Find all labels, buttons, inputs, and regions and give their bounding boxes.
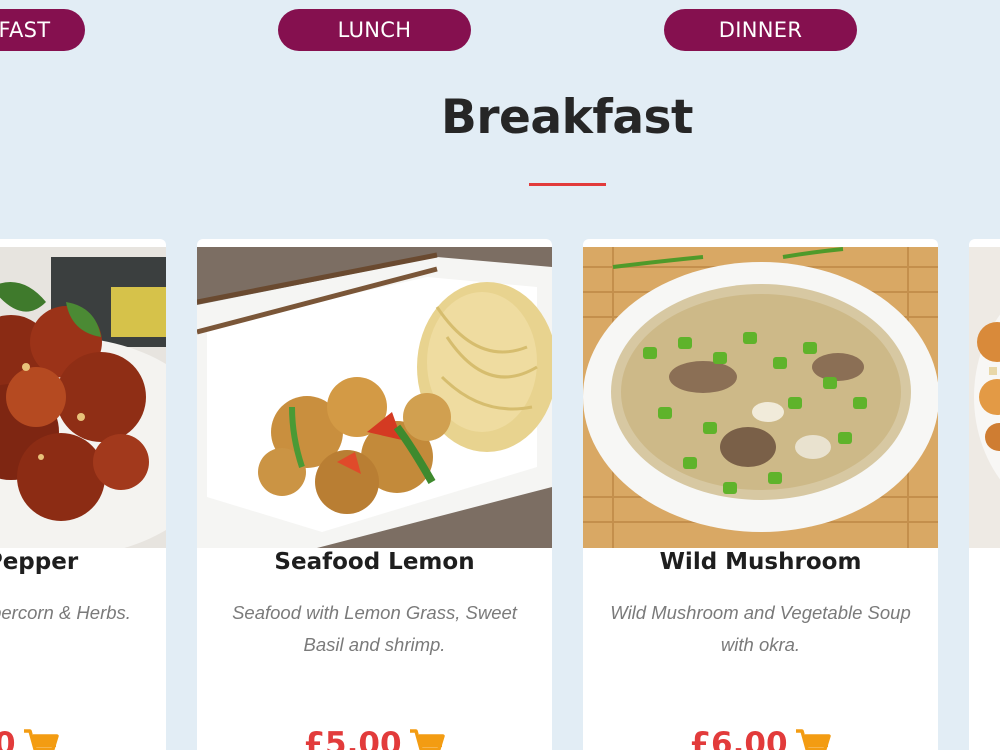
dish-description: Seafood with Lemon Grass, Sweet Basil an… [232,602,517,655]
cart-icon[interactable] [794,728,832,750]
dish-name: Salt & Pepper [0,549,79,575]
dish-image [0,247,166,548]
dish-description: Wild Mushroom and Vegetable Soup with ok… [610,602,911,655]
menu-page: BREAKFAST LUNCH DINNER Breakfast [0,0,1000,750]
dish-price: £6.00 [689,726,788,750]
price-row: £5.00 [0,726,166,750]
dish-name: Seafood Lemon [274,549,475,575]
menu-card-wild-mushroom[interactable]: Wild Mushroom Wild Mushroom and Vegetabl… [583,239,938,750]
section-title: Breakfast [441,90,693,145]
menu-card-salt-pepper[interactable]: Salt & Pepper Salt, Sichuan peppercorn &… [0,239,166,750]
title-underline [529,183,606,186]
cart-icon[interactable] [408,728,446,750]
dish-description: Salt, Sichuan peppercorn & Herbs. [0,602,131,623]
dish-image [197,247,552,548]
price-row: £6.00 [583,726,938,750]
tab-lunch[interactable]: LUNCH [278,9,471,51]
dish-price: £5.00 [0,726,16,750]
menu-card-seafood-lemon[interactable]: Seafood Lemon Seafood with Lemon Grass, … [197,239,552,750]
dish-image [969,247,1000,548]
price-row: £5.00 [197,726,552,750]
menu-card-next[interactable] [969,239,1000,750]
dish-price: £5.00 [303,726,402,750]
dish-image [583,247,938,548]
tab-breakfast[interactable]: BREAKFAST [0,9,85,51]
tab-dinner[interactable]: DINNER [664,9,857,51]
cart-icon[interactable] [22,728,60,750]
dish-name: Wild Mushroom [659,549,862,575]
